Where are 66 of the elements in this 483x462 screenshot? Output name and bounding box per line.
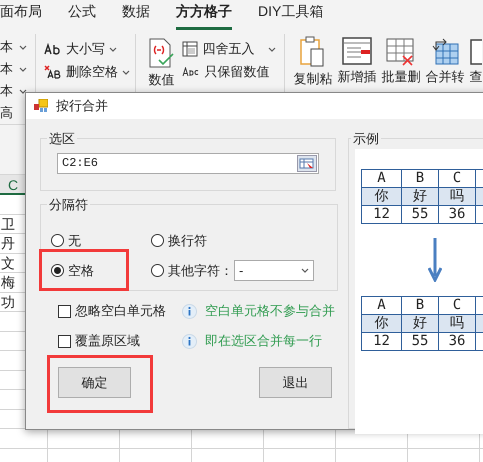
caret-icon	[268, 46, 276, 52]
caret-icon	[109, 46, 118, 52]
radio-button[interactable]	[51, 264, 64, 277]
group-label: 示例	[352, 130, 380, 148]
group-label: 分隔符	[48, 196, 89, 214]
group-label: 选区	[48, 130, 76, 148]
ribbon-button[interactable]: 复制粘	[293, 36, 334, 124]
caret-icon	[19, 44, 27, 50]
text-menu-button[interactable]: 本	[0, 82, 36, 100]
checkbox[interactable]	[58, 304, 71, 318]
hint-text: 即在选区合并每一行	[205, 332, 322, 350]
table-cell: 55	[402, 332, 439, 350]
text-menu-button[interactable]: 本	[0, 60, 36, 78]
abc-icon	[182, 67, 200, 77]
checkbox-option[interactable]: 覆盖原区域	[58, 331, 184, 351]
ribbon-button[interactable]: 新增插	[337, 36, 378, 124]
ribbon-tab[interactable]: 面布局	[0, 1, 42, 30]
input-field[interactable]: C2:E6	[57, 152, 319, 174]
range-picker-icon[interactable]	[297, 154, 317, 172]
dropdown-field[interactable]: -	[234, 260, 314, 281]
table-arrow-icon	[430, 36, 460, 66]
ribbon-tab[interactable]: 方方格子	[176, 1, 232, 30]
ribbon-tab[interactable]: 公式	[68, 1, 96, 30]
delete-table-icon	[386, 36, 416, 66]
radio-option[interactable]: 换行符	[151, 230, 207, 250]
table-cell: 36	[439, 206, 476, 224]
ribbon-tab[interactable]: 数据	[122, 1, 150, 30]
app-icon	[34, 99, 48, 113]
caret-icon	[301, 268, 309, 273]
radio-button[interactable]	[151, 234, 164, 247]
ribbon-button[interactable]: 只保留数值	[182, 63, 276, 81]
letters-icon	[44, 43, 62, 55]
insert-row-icon	[342, 36, 372, 66]
ribbon-button[interactable]: 查	[469, 36, 483, 124]
ribbon-button[interactable]: 大小写	[44, 40, 136, 58]
hint-text: 空白单元格不参与合并	[205, 302, 335, 320]
table-cell: 12	[362, 332, 402, 350]
text-menu-button[interactable]: 本	[0, 38, 36, 56]
radio-button[interactable]	[151, 264, 164, 277]
caret-icon	[122, 70, 130, 74]
number-check-icon	[147, 38, 176, 68]
table-cell: 36	[439, 332, 476, 350]
radio-button[interactable]	[51, 234, 64, 247]
radio-option[interactable]: 空格	[51, 260, 94, 280]
checkbox-option[interactable]: 忽略空白单元格	[58, 301, 184, 321]
info-icon	[182, 334, 197, 348]
window-title: 按行合并	[56, 97, 108, 116]
radio-option[interactable]: 无	[51, 230, 81, 250]
ribbon-button[interactable]: 合并转	[425, 36, 466, 124]
ribbon-button[interactable]: 删除空格	[44, 63, 136, 81]
dialog-button[interactable]: 确定	[58, 367, 131, 398]
caret-icon	[19, 66, 27, 72]
info-icon	[182, 304, 197, 318]
ribbon-button[interactable]: 批量删	[381, 36, 422, 124]
checkbox[interactable]	[58, 334, 71, 348]
delete-space-icon	[44, 65, 62, 79]
caret-icon	[19, 88, 27, 94]
group-label: 高	[0, 105, 14, 120]
down-arrow-icon	[428, 238, 442, 282]
table-cell: 12	[362, 206, 402, 224]
dialog-button[interactable]: 退出	[259, 367, 332, 398]
radio-option[interactable]: 其他字符：	[151, 260, 233, 280]
number-button[interactable]: 数值	[146, 38, 176, 124]
ribbon-tab[interactable]: DIY工具箱	[258, 1, 324, 30]
table-cell: 55	[402, 206, 439, 224]
ribbon-button[interactable]: 四舍五入	[182, 40, 276, 58]
